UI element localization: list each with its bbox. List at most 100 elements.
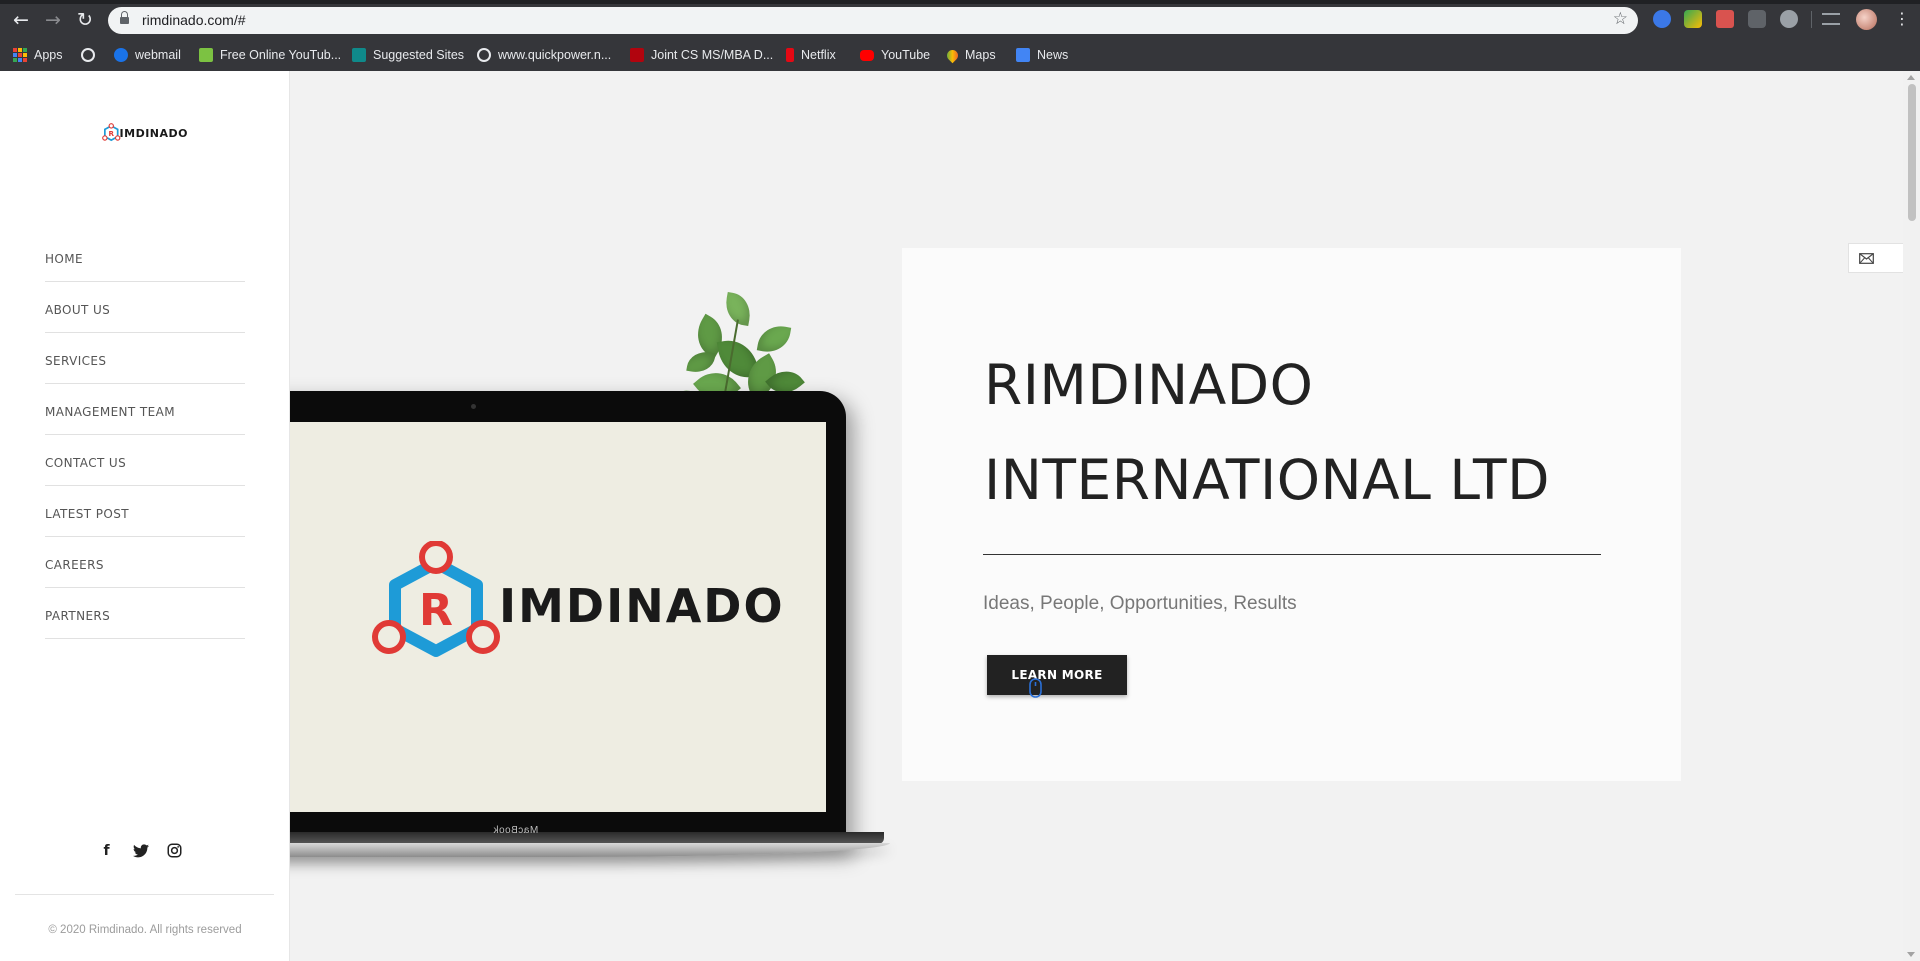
social-links: f (98, 842, 183, 859)
maps-icon (944, 47, 961, 63)
hero-section: R IMDINADO MacBook RIMDINADO INTERNATION… (290, 71, 1920, 961)
bookmark-maps[interactable]: Maps (944, 44, 996, 66)
bookmark-label: Netflix (801, 48, 836, 62)
nav-link[interactable]: MANAGEMENT TEAM (45, 405, 175, 419)
hero-divider (983, 554, 1601, 555)
contact-mail-tab[interactable] (1848, 243, 1904, 273)
bookmark-youtube[interactable]: YouTube (860, 44, 930, 66)
twitter-icon[interactable] (132, 842, 149, 859)
scroll-up-icon[interactable] (1907, 75, 1915, 80)
bookmark-quickpower[interactable]: www.quickpower.n... (477, 44, 611, 66)
laptop-mockup: R IMDINADO MacBook (290, 391, 890, 871)
nav-item-careers[interactable]: CAREERS (45, 537, 245, 588)
copyright-text: © 2020 Rimdinado. All rights reserved (48, 924, 242, 936)
bookmark-netflix[interactable]: Netflix (786, 44, 836, 66)
bookmark-globe[interactable] (81, 44, 95, 66)
logo-wordmark: IMDINADO (119, 126, 188, 140)
bookmark-news[interactable]: News (1016, 44, 1068, 66)
media-icon[interactable] (1822, 13, 1840, 25)
nav-item-about-us[interactable]: ABOUT US (45, 282, 245, 333)
bookmark-suggested-sites[interactable]: Suggested Sites (352, 44, 464, 66)
sidebar: R IMDINADO HOME ABOUT US SERVICES MANAGE… (0, 71, 290, 961)
nav-item-contact-us[interactable]: CONTACT US (45, 435, 245, 486)
laptop-base (290, 843, 890, 857)
logo-letter: R (109, 129, 115, 138)
nav-item-partners[interactable]: PARTNERS (45, 588, 245, 639)
download-icon (199, 48, 213, 62)
bookmark-label: www.quickpower.n... (498, 48, 612, 62)
stanford-icon (630, 48, 644, 62)
bookmark-label: Free Online YouTub... (220, 48, 342, 62)
extension-icon[interactable] (1684, 10, 1702, 28)
nav-link[interactable]: HOME (45, 252, 83, 266)
nav-link[interactable]: PARTNERS (45, 609, 110, 623)
bookmark-label: Apps (34, 48, 63, 62)
bookmark-youtube-downloader[interactable]: Free Online YouTub... (199, 44, 341, 66)
scrollbar-thumb[interactable] (1908, 84, 1916, 221)
nav-item-latest-post[interactable]: LATEST POST (45, 486, 245, 537)
mouse-cursor-icon (1029, 678, 1042, 698)
bookmark-apps[interactable]: Apps (13, 44, 63, 66)
bookmark-stanford[interactable]: Joint CS MS/MBA D... (630, 44, 773, 66)
nav-item-services[interactable]: SERVICES (45, 333, 245, 384)
logo-mark-icon: R (102, 123, 121, 142)
bookmark-label: Suggested Sites (373, 48, 465, 62)
laptop-label: MacBook (493, 825, 539, 836)
bookmark-webmail[interactable]: webmail (114, 44, 181, 66)
address-bar[interactable]: rimdinado.com/# ☆ (108, 7, 1638, 34)
hero-card: RIMDINADO INTERNATIONAL LTD Ideas, Peopl… (902, 248, 1681, 781)
bing-icon (352, 48, 366, 62)
globe-icon (81, 48, 95, 62)
plant-image (630, 239, 810, 413)
bookmark-label: YouTube (881, 48, 931, 62)
tab-strip (0, 0, 1920, 4)
nav-item-home[interactable]: HOME (45, 231, 245, 282)
nav-link[interactable]: SERVICES (45, 354, 106, 368)
bookmarks-bar: Apps webmail Free Online YouTub... Sugge… (0, 40, 1920, 71)
screen-logo: R IMDINADO (371, 541, 785, 671)
hero-title-line1: RIMDINADO (984, 353, 1314, 417)
webmail-icon (114, 48, 128, 62)
page-scrollbar[interactable] (1903, 71, 1920, 961)
netflix-icon (786, 48, 794, 62)
nav-link[interactable]: CAREERS (45, 558, 104, 572)
toolbar-divider (1811, 11, 1812, 28)
globe-icon (477, 48, 491, 62)
logo-mark-icon: R (372, 541, 500, 657)
nav-link[interactable]: CONTACT US (45, 456, 126, 470)
hero-title-line2: INTERNATIONAL LTD (984, 448, 1550, 512)
extension-icon[interactable] (1653, 10, 1671, 28)
extension-icon[interactable] (1716, 10, 1734, 28)
lock-icon (120, 11, 129, 25)
hero-title: RIMDINADO INTERNATIONAL LTD (984, 338, 1624, 528)
reload-button[interactable]: ↻ (72, 8, 98, 32)
scroll-down-icon[interactable] (1907, 952, 1915, 957)
laptop-screen: R IMDINADO (290, 422, 826, 812)
url-text[interactable]: rimdinado.com/# (142, 12, 246, 28)
nav-link[interactable]: LATEST POST (45, 507, 129, 521)
facebook-glyph: f (103, 842, 110, 859)
learn-more-button[interactable]: LEARN MORE (987, 655, 1127, 695)
profile-avatar[interactable] (1856, 9, 1877, 30)
hero-tagline: Ideas, People, Opportunities, Results (983, 593, 1297, 614)
back-button[interactable]: ← (8, 8, 34, 32)
extension-icon[interactable] (1748, 10, 1766, 28)
extension-icon[interactable] (1780, 10, 1798, 28)
bookmark-label: Maps (965, 48, 996, 62)
instagram-icon[interactable] (166, 842, 183, 859)
screen-logo-wordmark: IMDINADO (499, 579, 785, 633)
nav-link[interactable]: ABOUT US (45, 303, 110, 317)
bookmark-label: News (1037, 48, 1069, 62)
browser-chrome: ← → ↻ rimdinado.com/# ☆ ⋮ Apps webmail F… (0, 0, 1920, 71)
facebook-icon[interactable]: f (98, 842, 115, 859)
mail-icon (1859, 252, 1874, 264)
apps-grid-icon (13, 48, 27, 62)
main-navigation: HOME ABOUT US SERVICES MANAGEMENT TEAM C… (45, 231, 245, 639)
menu-kebab-icon[interactable]: ⋮ (1894, 9, 1910, 28)
bookmark-label: webmail (135, 48, 181, 62)
site-logo[interactable]: R IMDINADO (102, 118, 188, 148)
forward-button[interactable]: → (40, 8, 66, 32)
bookmark-star-icon[interactable]: ☆ (1613, 9, 1628, 29)
bookmark-label: Joint CS MS/MBA D... (651, 48, 774, 62)
nav-item-management-team[interactable]: MANAGEMENT TEAM (45, 384, 245, 435)
